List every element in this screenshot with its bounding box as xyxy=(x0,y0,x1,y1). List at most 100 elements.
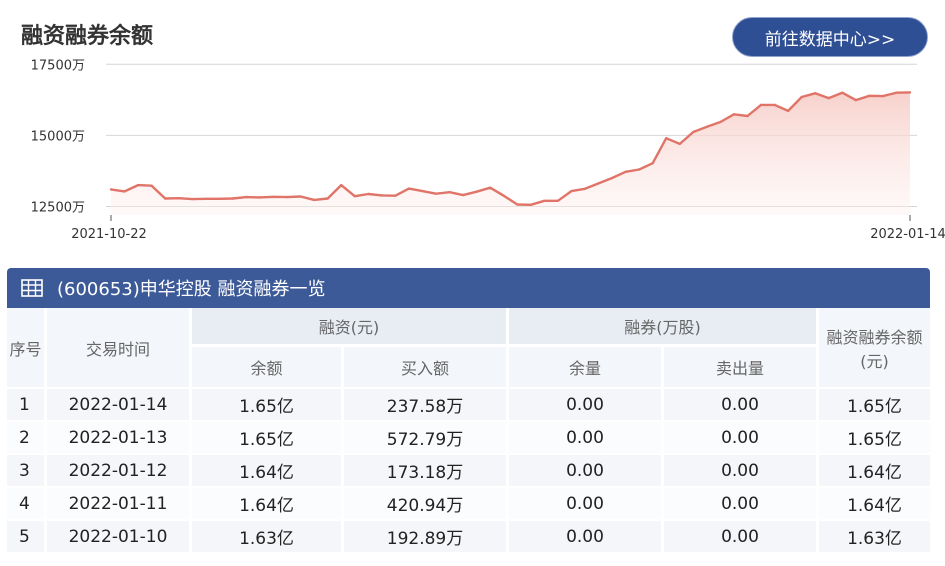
series-area-fill xyxy=(111,92,910,215)
data-point xyxy=(841,91,844,94)
table-row: 4 2022-01-11 1.64亿 420.94万 0.00 0.00 1.6… xyxy=(7,486,930,519)
data-point xyxy=(285,195,289,199)
data-point xyxy=(245,195,248,199)
data-point xyxy=(759,103,763,107)
cell-remaining: 0.00 xyxy=(506,420,661,453)
cell-date: 2022-01-12 xyxy=(44,453,189,486)
header-balance: 余额 xyxy=(189,344,341,387)
cell-buy: 572.79万 xyxy=(341,420,506,453)
data-point xyxy=(299,195,302,198)
table-title: (600653)申华控股 融资融券一览 xyxy=(57,279,326,300)
data-point xyxy=(556,199,560,202)
header-buy: 买入额 xyxy=(341,344,506,387)
margin-trading-table: 序号 交易时间 融资(元) 融券(万股) 融资融券余额(元) 余额 买入额 余量… xyxy=(7,308,930,552)
cell-remaining: 0.00 xyxy=(506,387,661,420)
table-grid-icon xyxy=(21,279,43,297)
cell-index: 4 xyxy=(7,486,44,519)
cell-date: 2022-01-13 xyxy=(44,420,189,453)
data-point xyxy=(908,91,912,94)
data-point xyxy=(678,142,681,146)
cell-buy: 192.89万 xyxy=(341,519,506,552)
data-point xyxy=(881,94,885,98)
data-point xyxy=(583,187,587,191)
data-point xyxy=(434,192,438,195)
data-point xyxy=(637,168,641,171)
data-point xyxy=(854,98,858,102)
data-point xyxy=(353,195,356,198)
data-point xyxy=(610,176,614,180)
data-point xyxy=(150,184,153,187)
data-point xyxy=(570,189,573,193)
data-point xyxy=(123,190,126,193)
x-tick-label: 2021-10-22 xyxy=(71,227,147,242)
table-row: 5 2022-01-10 1.63亿 192.89万 0.00 0.00 1.6… xyxy=(7,519,930,552)
section-title: 融资融券余额 xyxy=(21,24,154,49)
cell-balance: 1.63亿 xyxy=(189,519,341,552)
cell-total: 1.64亿 xyxy=(816,453,930,486)
cell-remaining: 0.00 xyxy=(506,519,661,552)
x-tick-label: 2022-01-14 xyxy=(870,227,945,242)
data-point xyxy=(624,170,627,173)
data-point xyxy=(651,162,654,165)
cell-total: 1.65亿 xyxy=(816,420,930,453)
data-point xyxy=(204,197,207,200)
table-row: 1 2022-01-14 1.65亿 237.58万 0.00 0.00 1.6… xyxy=(7,387,930,420)
data-point xyxy=(272,195,275,198)
cell-balance: 1.65亿 xyxy=(189,420,341,453)
data-point xyxy=(421,189,424,193)
data-point xyxy=(732,113,736,116)
data-point xyxy=(475,190,478,193)
data-point xyxy=(800,95,803,99)
cell-index: 2 xyxy=(7,420,44,453)
cell-total: 1.64亿 xyxy=(816,486,930,519)
margin-balance-chart: 17500万 15000万 12500万 2021-10-22 2022-01-14 xyxy=(31,58,945,242)
data-point xyxy=(448,191,451,194)
data-point xyxy=(109,188,113,191)
cell-remaining: 0.00 xyxy=(506,453,661,486)
cell-date: 2022-01-10 xyxy=(44,519,189,552)
data-point xyxy=(895,91,898,94)
y-tick-label: 17500万 xyxy=(31,58,85,73)
table-row: 2 2022-01-13 1.65亿 572.79万 0.00 0.00 1.6… xyxy=(7,420,930,453)
data-point xyxy=(163,197,167,200)
data-point xyxy=(191,197,194,201)
header-sell: 卖出量 xyxy=(661,344,816,387)
data-point xyxy=(258,196,262,199)
data-point xyxy=(380,194,384,197)
header-remaining: 余量 xyxy=(506,344,661,387)
cell-balance: 1.64亿 xyxy=(189,453,341,486)
data-point xyxy=(719,120,722,124)
data-point xyxy=(461,193,465,197)
header-total: 融资融券余额(元) xyxy=(816,308,930,387)
cell-index: 5 xyxy=(7,519,44,552)
data-point xyxy=(177,197,180,200)
data-point xyxy=(786,109,790,113)
data-point xyxy=(705,125,709,129)
data-point xyxy=(312,198,316,202)
cell-balance: 1.64亿 xyxy=(189,486,341,519)
data-point xyxy=(868,94,871,98)
data-point xyxy=(394,194,397,197)
data-point xyxy=(231,197,235,200)
cell-index: 3 xyxy=(7,453,44,486)
data-point xyxy=(665,137,668,140)
cell-date: 2022-01-11 xyxy=(44,486,189,519)
cell-index: 1 xyxy=(7,387,44,420)
cell-sell: 0.00 xyxy=(661,486,816,519)
data-point xyxy=(597,182,600,185)
cell-balance: 1.65亿 xyxy=(189,387,341,420)
cell-total: 1.63亿 xyxy=(816,519,930,552)
header-index: 序号 xyxy=(7,308,44,387)
cell-buy: 237.58万 xyxy=(341,387,506,420)
data-point xyxy=(814,92,817,95)
header-date: 交易时间 xyxy=(44,308,189,387)
table-row: 3 2022-01-12 1.64亿 173.18万 0.00 0.00 1.6… xyxy=(7,453,930,486)
cell-remaining: 0.00 xyxy=(506,486,661,519)
data-point xyxy=(516,203,519,206)
header-securities-lending: 融券(万股) xyxy=(506,308,816,344)
data-point xyxy=(136,183,140,187)
data-point xyxy=(218,197,221,200)
data-point xyxy=(543,199,546,202)
goto-data-center-button[interactable]: 前往数据中心>> xyxy=(732,17,928,57)
cell-sell: 0.00 xyxy=(661,420,816,453)
